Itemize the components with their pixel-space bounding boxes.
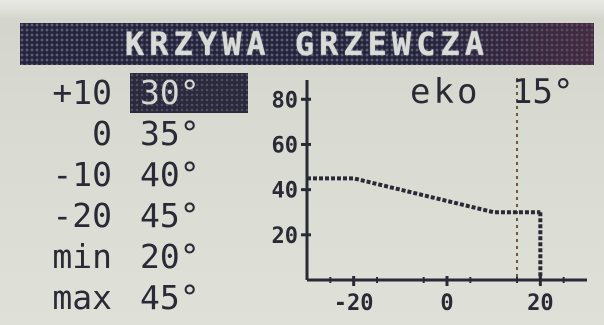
setpoint-value[interactable]: 45° [130, 196, 248, 236]
heating-curve-line [307, 176, 541, 215]
outdoor-temp-label: +10 [52, 73, 112, 112]
setpoint-value[interactable]: 40° [130, 155, 248, 195]
y-tick-label: 40 [272, 179, 299, 204]
x-tick-label: -20 [334, 291, 374, 316]
setpoint-value[interactable]: 20° [130, 237, 248, 277]
lcd-screen: KRZYWA GRZEWCZA +10 30° 0 35° -10 40° -2… [0, 0, 604, 325]
eko-value[interactable]: 15° [512, 72, 573, 112]
outdoor-temp-label: 0 [92, 114, 112, 153]
curve-row-plus10[interactable]: +10 30° [22, 73, 262, 113]
outdoor-temp-label: -20 [52, 196, 112, 235]
x-tick-label: 0 [440, 291, 453, 316]
x-tick-label: 20 [527, 291, 554, 316]
curve-row-minus10[interactable]: -10 40° [22, 155, 262, 195]
y-tick-label: 60 [272, 133, 299, 158]
y-tick-label: 80 [272, 88, 299, 113]
outdoor-temp-label: min [52, 237, 112, 276]
y-tick-label: 20 [272, 224, 299, 249]
setpoint-value[interactable]: 35° [130, 114, 248, 154]
eko-label: eko [410, 72, 481, 112]
title-bar: KRZYWA GRZEWCZA [20, 23, 594, 65]
curve-row-minus20[interactable]: -20 45° [22, 196, 262, 236]
setpoint-value[interactable]: 45° [130, 278, 248, 318]
outdoor-temp-label: -10 [52, 155, 112, 194]
curve-row-max[interactable]: max 45° [22, 278, 262, 318]
screen-title: KRZYWA GRZEWCZA [125, 25, 489, 63]
curve-row-min[interactable]: min 20° [22, 237, 262, 277]
display-bezel [0, 0, 604, 18]
curve-row-zero[interactable]: 0 35° [22, 114, 262, 154]
setpoint-value-selected[interactable]: 30° [130, 73, 248, 113]
outdoor-temp-label: max [52, 278, 112, 317]
